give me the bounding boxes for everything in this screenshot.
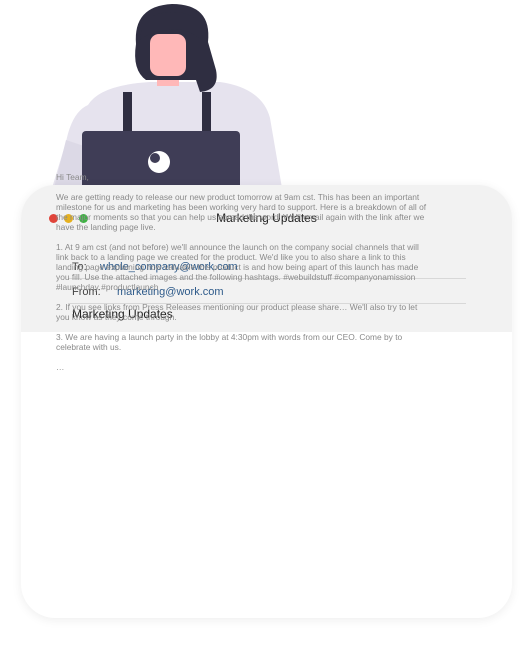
email-paragraph: 2. If you see links from Press Releases … xyxy=(56,302,418,322)
laptop-logo xyxy=(148,151,170,173)
email-paragraph: We are getting ready to release our new … xyxy=(56,192,427,232)
backpack-strap-right xyxy=(202,92,211,134)
email-paragraph: 1. At 9 am cst (and not before) we'll an… xyxy=(56,242,419,292)
email-body[interactable]: Hi Team, We are getting ready to release… xyxy=(56,172,428,382)
backpack-strap-left xyxy=(123,92,132,134)
person-face xyxy=(150,34,186,76)
email-greeting: Hi Team, xyxy=(56,172,89,182)
email-paragraph: 3. We are having a launch party in the l… xyxy=(56,332,403,352)
email-ellipsis: … xyxy=(56,362,65,372)
person-with-laptop-illustration xyxy=(52,4,282,189)
